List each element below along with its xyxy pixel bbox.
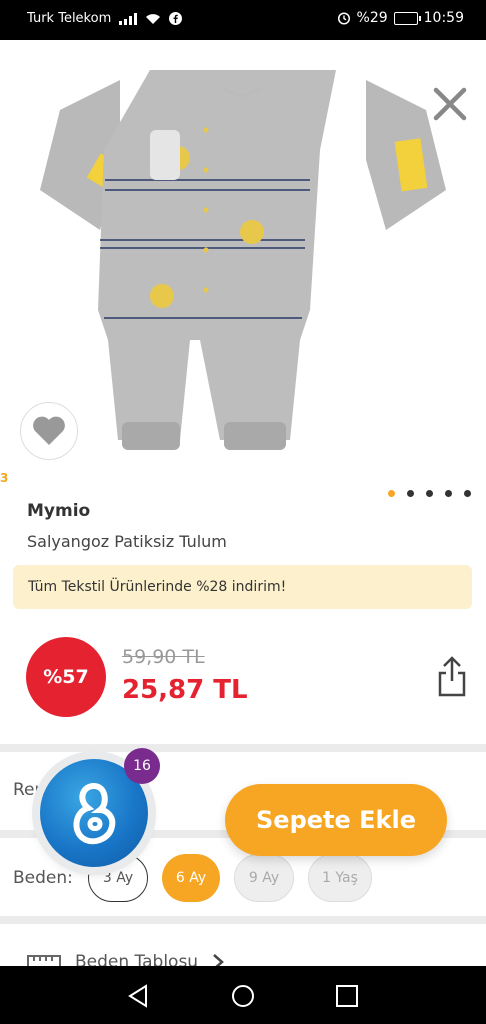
size-chip-1-yas[interactable]: 1 Yaş bbox=[308, 854, 372, 902]
discount-text: %57 bbox=[43, 666, 89, 688]
close-icon[interactable] bbox=[430, 84, 470, 124]
battery-percent: %29 bbox=[356, 10, 388, 26]
system-nav-bar bbox=[0, 966, 486, 1024]
facebook-icon bbox=[169, 12, 183, 25]
gallery-dots[interactable] bbox=[388, 490, 471, 497]
add-to-cart-label: Sepete Ekle bbox=[256, 806, 416, 834]
gallery-dot[interactable] bbox=[407, 490, 414, 497]
badge-count: 16 bbox=[133, 758, 151, 774]
gallery-dot[interactable] bbox=[388, 490, 395, 497]
status-bar: Turk Telekom %29 10:59 bbox=[0, 0, 486, 40]
size-chip-6-ay[interactable]: 6 Ay bbox=[162, 854, 220, 902]
gallery-dot[interactable] bbox=[445, 490, 452, 497]
product-image bbox=[40, 70, 446, 450]
product-title: Salyangoz Patiksiz Tulum bbox=[27, 532, 227, 551]
carrier-name: Turk Telekom bbox=[27, 11, 112, 26]
clock: 10:59 bbox=[423, 10, 464, 26]
home-icon[interactable] bbox=[230, 983, 256, 1009]
share-icon[interactable] bbox=[436, 655, 468, 699]
new-price: 25,87 TL bbox=[122, 675, 248, 705]
size-label: Beden: bbox=[13, 868, 73, 888]
assistant-logo-icon bbox=[73, 782, 116, 845]
gallery-dot[interactable] bbox=[464, 490, 471, 497]
size-chip-9-ay[interactable]: 9 Ay bbox=[234, 854, 294, 902]
battery-icon bbox=[393, 11, 421, 25]
promo-text: Tüm Tekstil Ürünlerinde %28 indirim! bbox=[28, 579, 287, 595]
alarm-icon bbox=[337, 12, 350, 25]
section-divider bbox=[0, 916, 486, 924]
size-chip-label: 6 Ay bbox=[175, 870, 207, 886]
promo-banner[interactable]: Tüm Tekstil Ürünlerinde %28 indirim! bbox=[13, 565, 472, 609]
back-icon[interactable] bbox=[126, 983, 152, 1009]
size-chip-label: 9 Ay bbox=[248, 870, 280, 886]
product-image-gallery[interactable] bbox=[0, 40, 486, 470]
old-price: 59,90 TL bbox=[122, 646, 205, 668]
notification-badge: 16 bbox=[124, 748, 160, 784]
signal-icon bbox=[119, 12, 138, 25]
discount-badge: %57 bbox=[26, 637, 106, 717]
collapse-chevron-icon[interactable] bbox=[222, 86, 262, 100]
status-right: %29 10:59 bbox=[337, 10, 464, 26]
recents-icon[interactable] bbox=[334, 983, 360, 1009]
heart-icon bbox=[33, 416, 65, 445]
favorite-button[interactable] bbox=[20, 402, 78, 460]
slide-index: 3 bbox=[0, 471, 9, 485]
wifi-icon bbox=[146, 13, 161, 24]
status-left: Turk Telekom bbox=[27, 11, 183, 26]
gallery-dot[interactable] bbox=[426, 490, 433, 497]
brand-name[interactable]: Mymio bbox=[27, 501, 90, 521]
size-chip-label: 1 Yaş bbox=[322, 870, 358, 886]
section-divider bbox=[0, 744, 486, 752]
size-chip-label: 3 Ay bbox=[102, 870, 134, 886]
color-label: Ren bbox=[13, 780, 46, 800]
add-to-cart-button[interactable]: Sepete Ekle bbox=[225, 784, 447, 856]
